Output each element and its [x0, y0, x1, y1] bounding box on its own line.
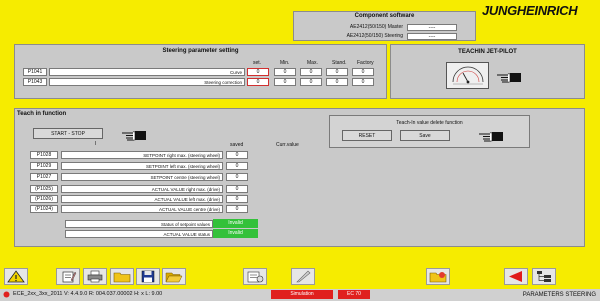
parameter-stand: 0 — [326, 68, 348, 76]
column-header-set: set. — [253, 60, 262, 66]
parameter-stand: 0 — [326, 78, 348, 86]
parameter-factory: 0 — [352, 78, 374, 86]
teach-in-panel: Teach in function START - STOP I saved C… — [14, 108, 585, 247]
pointing-hand-icon — [122, 131, 146, 141]
simulation-badge: Simulation — [271, 290, 333, 299]
pointing-hand-icon — [497, 73, 521, 83]
teach-saved: 0 — [226, 195, 248, 203]
start-stop-button[interactable]: START - STOP — [33, 128, 103, 139]
component-row-value: ---- — [407, 24, 457, 31]
parameter-max: 0 — [300, 68, 322, 76]
steering-gauge-icon — [452, 66, 483, 84]
folder-alert-icon[interactable] — [426, 268, 450, 285]
teach-code: (P1024) — [30, 205, 58, 213]
parameter-set-input[interactable]: 0 — [247, 78, 269, 86]
tree-icon[interactable] — [532, 268, 556, 285]
component-software-title: Component software — [354, 13, 415, 19]
parameter-min: 0 — [274, 78, 296, 86]
teach-in-delete-title: Teach-In value delete function — [396, 120, 463, 126]
status-label: ACTUAL VALUE status — [65, 230, 213, 238]
teach-code: (P1026) — [30, 195, 58, 203]
reset-button[interactable]: RESET — [342, 130, 392, 141]
teachin-jet-pilot-title: TEACHIN JET-PILOT — [458, 49, 517, 55]
pen-icon[interactable] — [291, 268, 315, 285]
parameter-name: Curve — [49, 68, 245, 76]
teach-code: P1027 — [30, 173, 58, 181]
teach-saved: 0 — [226, 151, 248, 159]
status-value-badge: Invalid — [213, 219, 258, 228]
teach-in-delete-panel: Teach-In value delete function RESET Sav… — [329, 115, 530, 148]
parameter-code: P1043 — [23, 78, 47, 86]
teach-code: P1028 — [30, 151, 58, 159]
column-header-min: Min. — [280, 60, 290, 66]
teach-saved: 0 — [226, 173, 248, 181]
teach-code: P1029 — [30, 162, 58, 170]
teach-code: (P1025) — [30, 185, 58, 193]
edit-icon[interactable] — [56, 268, 80, 285]
component-software-panel: Component software AE2412(50/150) Master… — [293, 11, 476, 41]
teach-name: ACTUAL VALUE left max. (drive) — [61, 195, 223, 203]
column-header-max: Max. — [307, 60, 318, 66]
folder-open-icon[interactable] — [162, 268, 186, 285]
component-row-value: ---- — [407, 33, 457, 40]
save-button[interactable]: Save — [400, 130, 450, 141]
warning-icon[interactable] — [4, 268, 28, 285]
teach-saved: 0 — [226, 162, 248, 170]
column-header-stand: Stand. — [332, 60, 347, 66]
save-icon[interactable] — [136, 268, 160, 285]
status-led-icon — [3, 291, 10, 298]
teachin-jet-pilot-panel: TEACHIN JET-PILOT — [390, 44, 585, 99]
ec-badge: EC 70 — [338, 290, 370, 299]
parameters-icon[interactable] — [243, 268, 267, 285]
jet-pilot-button[interactable] — [446, 62, 489, 89]
parameter-set-input[interactable]: 0 — [247, 68, 269, 76]
steering-parameter-panel: Steering parameter setting set. Min. Max… — [14, 44, 387, 99]
folder-icon[interactable] — [110, 268, 134, 285]
teach-name: ACTUAL VALUE centre (drive) — [61, 205, 223, 213]
version-info: ECE_2xx_3xx_2011 V: 4.4.9.0 R: 004.037.0… — [13, 291, 163, 297]
column-header-saved: saved — [230, 142, 244, 148]
teach-name: SETPOINT left max. (steering wheel) — [61, 162, 223, 170]
parameter-code: P1041 — [23, 68, 47, 76]
teach-name: SETPOINT centre (steering wheel) — [61, 173, 223, 181]
teach-saved: 0 — [226, 205, 248, 213]
parameter-max: 0 — [300, 78, 322, 86]
back-arrow-icon[interactable] — [504, 268, 528, 285]
print-icon[interactable] — [83, 268, 107, 285]
teach-name: ACTUAL VALUE right max. (drive) — [61, 185, 223, 193]
teach-saved: 0 — [226, 185, 248, 193]
status-value-badge: Invalid — [213, 229, 258, 238]
pointing-hand-icon — [479, 132, 503, 142]
teach-name: SETPOINT right max. (steering wheel) — [61, 151, 223, 159]
jungheinrich-logo: JUNGHEINRICH — [482, 3, 578, 18]
screen-name: PARAMETERS STEERING — [522, 292, 596, 298]
column-header-curr-value: Curr.value — [276, 142, 299, 148]
parameter-name: Steering correction — [49, 78, 245, 86]
status-label: Status of setpoint values — [65, 220, 213, 228]
teach-in-title: Teach in function — [17, 111, 67, 117]
status-bar: ECE_2xx_3xx_2011 V: 4.4.9.0 R: 004.037.0… — [0, 289, 600, 301]
parameter-min: 0 — [274, 68, 296, 76]
column-header-i: I — [95, 141, 97, 147]
steering-parameter-title: Steering parameter setting — [162, 48, 239, 54]
component-row-label: AE2412(50/150) Master — [349, 24, 403, 30]
column-header-factory: Factory — [357, 60, 374, 66]
component-row-label: AE2412(50/150) Steering — [346, 33, 403, 39]
parameter-factory: 0 — [352, 68, 374, 76]
